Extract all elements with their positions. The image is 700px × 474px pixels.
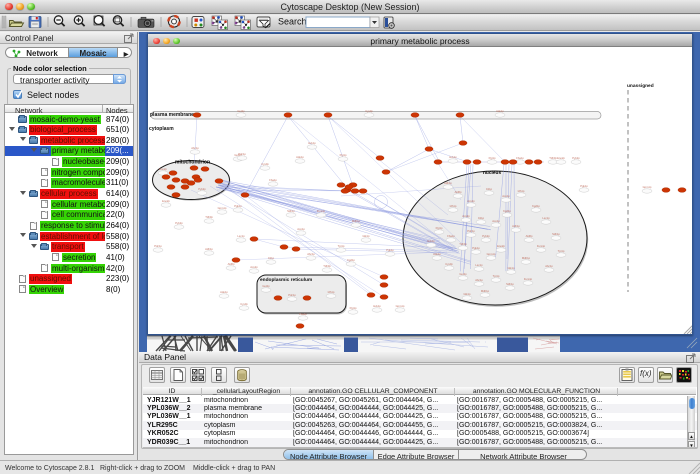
svg-text:Pyk2p: Pyk2p bbox=[482, 234, 490, 238]
svg-text:Eno2p: Eno2p bbox=[159, 167, 167, 171]
svg-text:Fba1p: Fba1p bbox=[516, 156, 524, 160]
svg-text:mitochondrion: mitochondrion bbox=[175, 160, 210, 166]
svg-text:Gut2p: Gut2p bbox=[459, 272, 467, 276]
svg-text:Tpi1p: Tpi1p bbox=[338, 244, 345, 248]
svg-text:Pdc1p: Pdc1p bbox=[154, 244, 162, 248]
svg-text:Fba1p: Fba1p bbox=[447, 234, 455, 238]
svg-text:Aco1p: Aco1p bbox=[297, 227, 305, 231]
svg-text:Lsc1p: Lsc1p bbox=[542, 216, 550, 220]
svg-text:Acs2p: Acs2p bbox=[250, 265, 258, 269]
svg-text:Ade1p: Ade1p bbox=[296, 155, 304, 159]
svg-text:Cys3p: Cys3p bbox=[445, 262, 453, 266]
svg-text:Pgi1p: Pgi1p bbox=[340, 153, 347, 157]
svg-text:endoplasmic reticulum: endoplasmic reticulum bbox=[260, 277, 312, 283]
svg-text:Eno2p: Eno2p bbox=[162, 199, 170, 203]
svg-text:unassigned: unassigned bbox=[627, 83, 654, 89]
svg-text:Abc1p: Abc1p bbox=[545, 264, 553, 268]
svg-text:Mdh1p: Mdh1p bbox=[352, 219, 361, 223]
svg-text:Idh1p: Idh1p bbox=[518, 189, 525, 193]
svg-text:Cys3p: Cys3p bbox=[240, 302, 248, 306]
svg-text:Gpm1p: Gpm1p bbox=[218, 206, 227, 210]
svg-text:Cit1p: Cit1p bbox=[478, 216, 485, 220]
svg-text:Gpm1p: Gpm1p bbox=[643, 185, 652, 189]
svg-text:Kgd1p: Kgd1p bbox=[503, 209, 511, 213]
svg-text:Ald6p: Ald6p bbox=[455, 190, 462, 194]
svg-text:cytoplasm: cytoplasm bbox=[149, 126, 174, 132]
svg-text:Aco1p: Aco1p bbox=[492, 219, 500, 223]
svg-text:Cit1p: Cit1p bbox=[486, 187, 493, 191]
svg-text:Fum1p: Fum1p bbox=[524, 277, 533, 281]
svg-text:Search:: Search: bbox=[278, 17, 309, 27]
svg-text:Glk1p: Glk1p bbox=[507, 266, 515, 270]
svg-text:Pgk1p: Pgk1p bbox=[472, 246, 480, 250]
svg-text:Tpi1p: Tpi1p bbox=[493, 274, 500, 278]
svg-text:Pgi1p: Pgi1p bbox=[350, 306, 357, 310]
svg-text:Fum1p: Fum1p bbox=[317, 209, 326, 213]
svg-text:Hxk1p: Hxk1p bbox=[373, 304, 381, 308]
svg-text:Ade1p: Ade1p bbox=[433, 252, 441, 256]
svg-text:Idh1p: Idh1p bbox=[450, 204, 457, 208]
svg-text:Abc1p: Abc1p bbox=[191, 146, 199, 150]
svg-text:Adh1p: Adh1p bbox=[444, 181, 452, 185]
svg-text:Kgd1p: Kgd1p bbox=[347, 258, 355, 262]
svg-text:Pdc1p: Pdc1p bbox=[238, 152, 246, 156]
svg-text:Tdh3p: Tdh3p bbox=[549, 156, 557, 160]
svg-text:Gut2p: Gut2p bbox=[262, 284, 270, 288]
svg-text:Hxk1p: Hxk1p bbox=[308, 141, 316, 145]
svg-text:Adh1p: Adh1p bbox=[205, 247, 213, 251]
svg-text:Tdh3p: Tdh3p bbox=[459, 242, 467, 246]
svg-text:Pgk1p: Pgk1p bbox=[386, 248, 394, 252]
svg-text:Abc1p: Abc1p bbox=[307, 252, 315, 256]
svg-text:Idh1p: Idh1p bbox=[328, 290, 335, 294]
svg-text:Acs2p: Acs2p bbox=[462, 214, 470, 218]
svg-text:Lsc1p: Lsc1p bbox=[237, 234, 245, 238]
svg-text:Adh1p: Adh1p bbox=[512, 224, 520, 228]
svg-text:Pgi1p: Pgi1p bbox=[436, 226, 443, 230]
svg-text:Acs2p: Acs2p bbox=[467, 199, 475, 203]
svg-text:Ald6p: Ald6p bbox=[526, 234, 533, 238]
svg-text:Glk1p: Glk1p bbox=[362, 234, 370, 238]
svg-text:Pyk2p: Pyk2p bbox=[175, 221, 183, 225]
svg-text:Pyk2p: Pyk2p bbox=[198, 187, 206, 191]
svg-text:Abc1p: Abc1p bbox=[475, 278, 483, 282]
svg-text:Pyk2p: Pyk2p bbox=[572, 156, 580, 160]
svg-text:Sdh1p: Sdh1p bbox=[552, 232, 560, 236]
svg-text:Lsc1p: Lsc1p bbox=[475, 263, 483, 267]
svg-text:Hxk1p: Hxk1p bbox=[427, 239, 435, 243]
svg-text:Gut2p: Gut2p bbox=[237, 109, 245, 113]
svg-text:Kgd1p: Kgd1p bbox=[532, 204, 540, 208]
svg-text:Fum1p: Fum1p bbox=[537, 244, 546, 248]
svg-text:Cys3p: Cys3p bbox=[261, 162, 269, 166]
svg-text:Eno2p: Eno2p bbox=[497, 244, 505, 248]
svg-text:Tdh3p: Tdh3p bbox=[205, 215, 213, 219]
svg-text:Pgk1p: Pgk1p bbox=[234, 204, 242, 208]
svg-text:Cys3p: Cys3p bbox=[365, 109, 373, 113]
svg-text:Tpi1p: Tpi1p bbox=[558, 249, 565, 253]
svg-text:Pdc1p: Pdc1p bbox=[288, 293, 296, 297]
svg-text:Ade1p: Ade1p bbox=[220, 290, 228, 294]
svg-text:Sdh1p: Sdh1p bbox=[506, 282, 514, 286]
svg-text:Hxk1p: Hxk1p bbox=[449, 155, 457, 159]
svg-text:Eno2p: Eno2p bbox=[557, 156, 565, 160]
svg-text:Cit1p: Cit1p bbox=[268, 256, 275, 260]
svg-text:Fba1p: Fba1p bbox=[299, 312, 307, 316]
svg-text:Mdh1p: Mdh1p bbox=[522, 256, 531, 260]
svg-text:Gpm1p: Gpm1p bbox=[487, 252, 496, 256]
svg-text:nucleus: nucleus bbox=[483, 170, 501, 176]
svg-text:Pgi1p: Pgi1p bbox=[489, 156, 496, 160]
svg-text:Aco1p: Aco1p bbox=[502, 194, 510, 198]
svg-text:Fba1p: Fba1p bbox=[269, 178, 277, 182]
svg-text:Glk1p: Glk1p bbox=[463, 292, 471, 296]
svg-text:plasma membrane: plasma membrane bbox=[150, 112, 194, 118]
svg-text:Gpm1p: Gpm1p bbox=[396, 304, 405, 308]
svg-text:Sdh1p: Sdh1p bbox=[287, 209, 295, 213]
svg-text:Pgk1p: Pgk1p bbox=[580, 184, 588, 188]
svg-text:Pdc1p: Pdc1p bbox=[467, 229, 475, 233]
svg-text:Mdh1p: Mdh1p bbox=[481, 289, 490, 293]
svg-text:Tdh3p: Tdh3p bbox=[323, 264, 331, 268]
svg-text:Ald6p: Ald6p bbox=[228, 262, 235, 266]
svg-text:Ade1p: Ade1p bbox=[496, 109, 504, 113]
